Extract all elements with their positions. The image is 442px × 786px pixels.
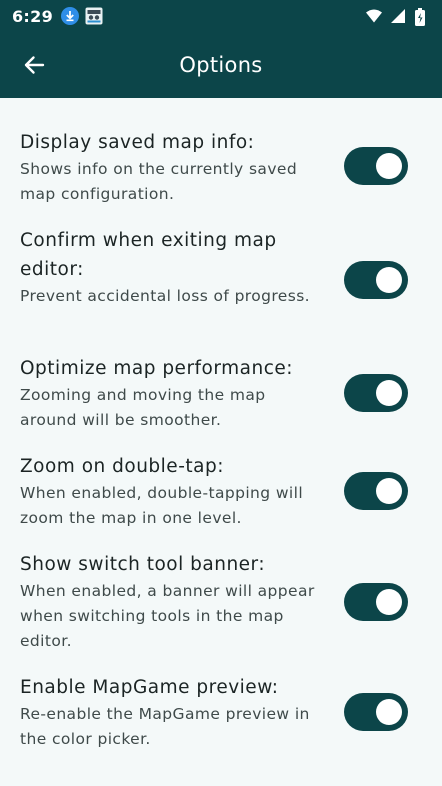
option-title: Confirm when exiting map editor:	[20, 230, 277, 280]
toggle-mapgame-preview[interactable]	[344, 693, 408, 731]
arrow-left-icon	[24, 56, 45, 74]
option-text: Display saved map info: Shows info on th…	[20, 128, 320, 207]
toggle-knob	[376, 699, 402, 725]
option-title: Enable MapGame preview:	[20, 677, 279, 698]
option-description: Prevent accidental loss of progress.	[20, 287, 311, 305]
option-description: Zooming and moving the map around will b…	[20, 386, 266, 429]
toggle-knob	[376, 589, 402, 615]
back-button[interactable]	[14, 47, 54, 83]
app-bar: Options	[0, 32, 442, 98]
toggle-optimize-map-performance[interactable]	[344, 374, 408, 412]
toggle-knob	[376, 380, 402, 406]
status-time: 6:29	[12, 6, 53, 26]
option-title: Show switch tool banner:	[20, 554, 266, 575]
toggle-confirm-exit-editor[interactable]	[344, 261, 408, 299]
toggle-switch-tool-banner[interactable]	[344, 583, 408, 621]
option-title: Display saved map info:	[20, 132, 255, 153]
notification-icons	[61, 7, 103, 25]
toggle-knob	[376, 267, 402, 293]
option-title: Zoom on double-tap:	[20, 456, 224, 477]
option-description: When enabled, a banner will appear when …	[20, 582, 315, 650]
toggle-zoom-double-tap[interactable]	[344, 472, 408, 510]
option-description: Shows info on the currently saved map co…	[20, 160, 298, 203]
option-title: Optimize map performance:	[20, 358, 294, 379]
image-icon	[85, 7, 103, 25]
toggle-knob	[376, 153, 402, 179]
toggle-knob	[376, 478, 402, 504]
page-title: Options	[179, 53, 263, 77]
option-text: Show switch tool banner: When enabled, a…	[20, 550, 320, 654]
option-description: When enabled, double-tapping will zoom t…	[20, 484, 304, 527]
option-text: Enable MapGame preview: Re-enable the Ma…	[20, 673, 320, 752]
option-description: Re-enable the MapGame preview in the col…	[20, 705, 310, 748]
wifi-icon	[366, 8, 382, 24]
status-bar: 6:29	[0, 0, 442, 32]
option-text: Optimize map performance: Zooming and mo…	[20, 354, 320, 433]
option-text: Zoom on double-tap: When enabled, double…	[20, 452, 320, 531]
signal-icon	[390, 8, 406, 24]
system-icons	[366, 8, 430, 26]
option-text: Confirm when exiting map editor: Prevent…	[20, 226, 320, 309]
download-icon	[61, 7, 79, 25]
battery-icon	[414, 8, 430, 26]
toggle-display-saved-map-info[interactable]	[344, 147, 408, 185]
